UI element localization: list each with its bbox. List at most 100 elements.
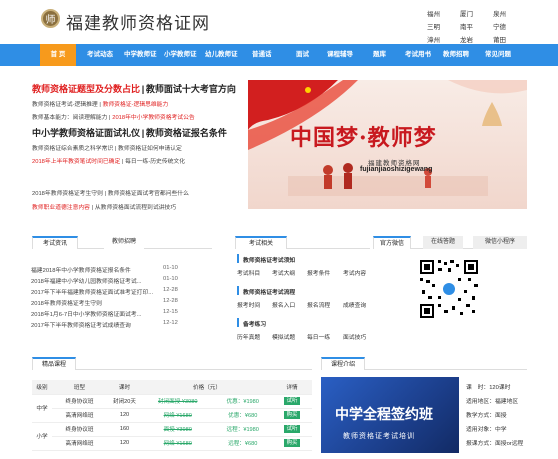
headline-link[interactable]: 教师面试十大考官方向 [146,84,236,94]
trial-button[interactable]: 试听 [283,425,301,433]
exam-link[interactable]: 考试大纲 [272,268,295,277]
nav-item-recruit[interactable]: 教师招聘 [443,44,469,66]
nav-item-interview[interactable]: 面试 [296,44,309,66]
exam-link[interactable]: 报考时间 [237,300,260,309]
news-link[interactable]: 教师资格证考试-逻辑推理 [32,102,98,108]
tab-course-intro[interactable]: 课程介绍 [321,357,365,370]
nav-item-primary-school[interactable]: 小学教师证 [164,44,197,66]
news-link[interactable]: 每日一练-历史传统文化 [125,159,185,165]
nav-item-middle-school[interactable]: 中学教师证 [124,44,157,66]
list-item-title[interactable]: 2018年1月6-7日中小学教师资格证面试考... [31,312,142,318]
nav-item-course[interactable]: 课程辅导 [327,44,353,66]
tab-official-wechat[interactable]: 官方微信 [373,236,411,249]
tab-exam-news[interactable]: 考试资讯 [32,236,78,249]
list-item[interactable]: 2018年教师资格证考生守则 12-28 [31,298,181,307]
hours-cell: 120 [107,436,142,451]
news-link[interactable]: 教师资格证-逻辑思维能力 [103,102,169,108]
list-item-title[interactable]: 2018年教师资格证考生守则 [31,301,102,307]
star-icon [305,87,311,93]
exam-link[interactable]: 成绩查询 [343,300,366,309]
section-marker [237,318,239,327]
course-detail: 课 时：120课时 [466,385,511,391]
buy-button[interactable]: 购买 [283,411,301,419]
sale-price: 优惠：¥680 [213,408,272,423]
exam-link[interactable]: 考试内容 [343,268,366,277]
list-item[interactable]: 2018年1月6-7日中小学教师资格证面试考... 12-15 [31,309,181,318]
city-link[interactable]: 泉州 [493,8,526,18]
news-link[interactable]: 教师资格证如何申请认定 [118,146,182,152]
news-link[interactable]: 教师资格证综合素质之科学常识 [32,146,113,152]
nav-item-question-bank[interactable]: 题库 [373,44,386,66]
tab-featured-courses[interactable]: 精品课程 [32,357,76,370]
city-link[interactable]: 龙岩 [460,34,493,44]
city-link[interactable]: 厦门 [460,8,493,18]
level-cell: 小学 [32,422,52,451]
city-link[interactable]: 福州 [427,8,460,18]
course-detail: 报课方式：面授or远程 [466,441,524,447]
list-item-title[interactable]: 2018年福建中小学幼儿园教师资格证考试... [31,279,141,285]
exam-link[interactable]: 模拟试题 [272,332,295,341]
exam-link[interactable]: 每日一练 [307,332,330,341]
nav-item-exam-news[interactable]: 考试动态 [87,44,113,66]
hours-cell: 120 [107,408,142,423]
nav-item-mandarin[interactable]: 普通话 [252,44,272,66]
city-link[interactable]: 南平 [460,21,493,31]
type-cell: 终身协议班 [52,394,107,409]
list-item-title[interactable]: 福建2018年中小学教师资格证报名条件 [31,268,131,274]
list-item-date: 12-15 [163,309,178,315]
city-link[interactable]: 宁德 [493,21,526,31]
course-detail: 适用地区：福建地区 [466,399,519,405]
tab-exam-related[interactable]: 考试相关 [235,236,287,249]
trial-button[interactable]: 试听 [283,397,301,405]
separator: | [99,102,101,108]
exam-link[interactable]: 面试技巧 [343,332,366,341]
news-link[interactable]: 2018年中小学教师资格考试公告 [112,115,194,121]
news-link[interactable]: 2018年教师资格证考生守则 [32,191,103,197]
separator: | [109,115,111,121]
list-item-title[interactable]: 2017年下半年教师资格证考试成绩查询 [31,323,131,329]
exam-link[interactable]: 报考条件 [307,268,330,277]
nav-item-kindergarten[interactable]: 幼儿教师证 [205,44,238,66]
nav-item-home[interactable]: 首 页 [40,44,76,66]
hero-banner[interactable]: 中国梦·教师梦 福建教师资格网 fujianjiaoshizigewang [248,80,527,209]
exam-link[interactable]: 报名流程 [307,300,330,309]
list-item[interactable]: 福建2018年中小学教师资格证报名条件 01-10 [31,265,181,274]
nav-item-books[interactable]: 考试用书 [405,44,431,66]
logo-badge-icon[interactable]: 师 [41,9,60,28]
course-tabbar: 精品课程 [32,357,312,370]
list-item[interactable]: 2017年下半年福建教师资格证面试准考证打印... 12-28 [31,287,181,296]
tab-mini-program[interactable]: 微信小程序 [473,236,527,249]
exam-link[interactable]: 考试科目 [237,268,260,277]
table-row: 高清网络班 120 网络 ¥1680 远程：¥680 购买 [32,436,312,451]
news-link[interactable]: 从教师资格面试流程到试讲技巧 [95,205,176,211]
tab-online-quiz[interactable]: 在线答题 [423,236,463,249]
news-link[interactable]: 教师基本能力：阅读理解能力 [32,115,107,121]
list-item-title[interactable]: 2017年下半年福建教师资格证面试准考证打印... [31,290,153,296]
buy-button[interactable]: 购买 [283,439,301,447]
city-link[interactable]: 莆田 [493,34,526,44]
tab-teacher-recruit[interactable]: 教师招聘 [104,236,144,249]
separator: | [91,205,94,211]
headline-link[interactable]: 中小学教师资格证面试礼仪 [32,128,140,138]
city-link[interactable]: 三明 [427,21,460,31]
exam-link[interactable]: 历年真题 [237,332,260,341]
site-name[interactable]: 福建教师资格证网 [66,9,210,34]
original-price: 封闭面授 ¥3980 [142,394,214,409]
list-item[interactable]: 2017年下半年教师资格证考试成绩查询 12-12 [31,320,181,329]
list-item-date: 01-10 [163,276,178,282]
news-link[interactable]: 2018年上半年教资笔试时间已确定 [32,159,120,165]
news-link[interactable]: 教师职业道德注意内容 [32,205,90,211]
headline-link[interactable]: 教师资格证报名条件 [146,128,227,138]
exam-link[interactable]: 报名入口 [272,300,295,309]
section-title: 备考练习 [243,322,267,328]
course-banner[interactable]: 中学全程签约班 教师资格证考试培训 [321,377,459,453]
list-item[interactable]: 2018年福建中小学幼儿园教师资格证考试... 01-10 [31,276,181,285]
list-item-date: 12-28 [163,287,178,293]
city-link[interactable]: 漳州 [427,34,460,44]
news-link[interactable]: 教师资格证面试考官都问些什么 [108,191,189,197]
list-item-date: 12-12 [163,320,178,326]
headline-link[interactable]: 教师资格证题型及分数占比 [32,84,140,94]
news-tabbar: 考试资讯 教师招聘 [32,236,212,249]
exam-tabbar: 考试相关 [235,236,370,249]
nav-item-faq[interactable]: 常见问题 [485,44,511,66]
